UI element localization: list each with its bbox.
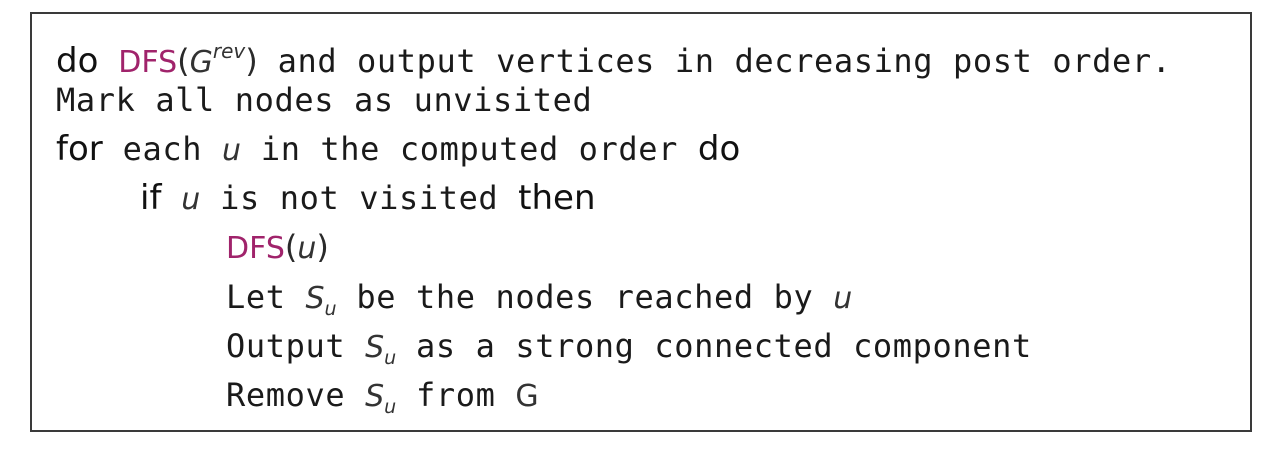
graph-g: G [515, 379, 539, 414]
graph-superscript: rev [212, 39, 246, 63]
line-text: each [102, 130, 222, 168]
set-s: S [365, 379, 385, 414]
set-subscript: u [324, 298, 337, 320]
open-paren: ( [284, 228, 298, 266]
set-subscript: u [384, 396, 397, 418]
line-text: Remove [226, 376, 366, 414]
variable-u: u [833, 281, 853, 316]
line-text: Mark all nodes as unvisited [56, 81, 593, 119]
set-subscript: u [384, 347, 397, 369]
keyword-then: then [518, 178, 596, 218]
variable-u: u [221, 133, 241, 168]
line-text: Output [226, 327, 366, 365]
algorithm-box: do DFS(Grev) and output vertices in decr… [30, 12, 1252, 432]
line-output-su: Output Su as a strong connected componen… [226, 321, 1032, 371]
line-text: as a strong connected component [396, 327, 1032, 365]
line-if-not-visited: if u is not visited then [140, 173, 596, 223]
line-text: is not visited [200, 179, 519, 217]
line-remove-su: Remove Su from G [226, 370, 539, 420]
line-mark-unvisited: Mark all nodes as unvisited [56, 75, 592, 125]
line-text: in the computed order [240, 130, 698, 168]
variable-u: u [181, 182, 201, 217]
close-paren: ) [316, 228, 329, 266]
line-for-each: for each u in the computed order do [56, 124, 740, 174]
line-text: from [396, 376, 516, 414]
variable-u: u [297, 231, 317, 266]
line-text [161, 179, 181, 217]
keyword-do: do [697, 129, 741, 169]
line-text: Let [226, 278, 306, 316]
line-dfs-reverse: do DFS(Grev) and output vertices in decr… [56, 26, 1172, 81]
line-let-su: Let Su be the nodes reached by u [226, 272, 852, 322]
keyword-for: for [56, 129, 103, 169]
keyword-if: if [140, 178, 162, 218]
function-dfs: DFS [226, 231, 285, 266]
set-s: S [305, 281, 325, 316]
line-text: be the nodes reached by [336, 278, 834, 316]
set-s: S [365, 330, 385, 365]
line-dfs-u: DFS(u) [226, 222, 329, 272]
